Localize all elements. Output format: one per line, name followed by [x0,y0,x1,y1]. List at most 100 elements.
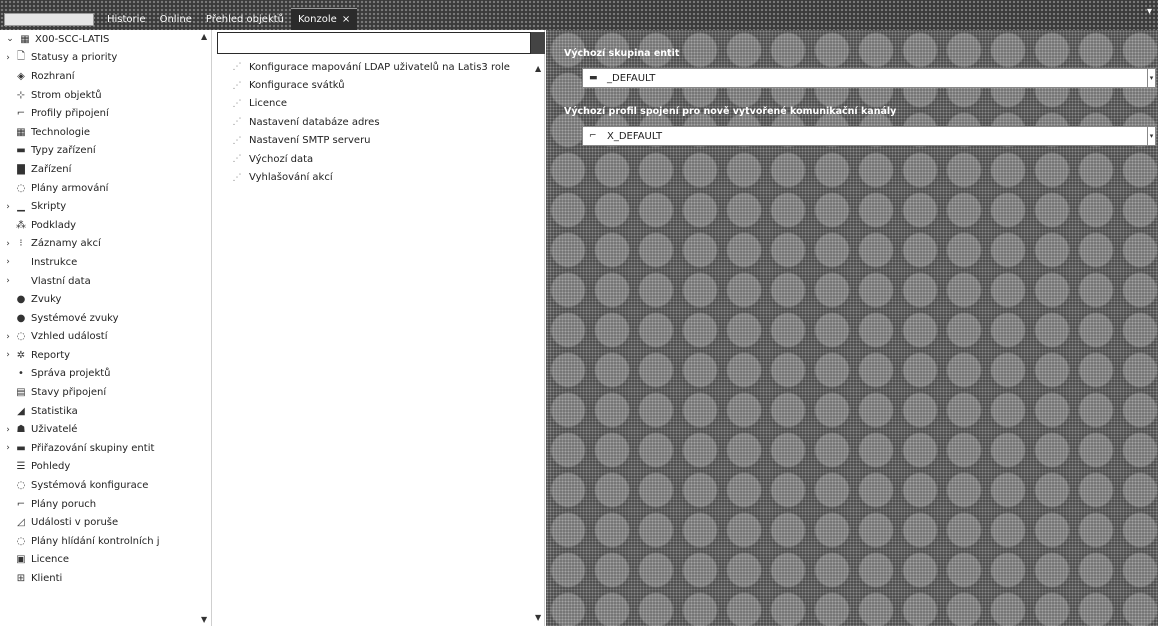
app-logo-tab[interactable] [0,8,100,30]
search-input[interactable] [217,32,531,54]
tree-item[interactable]: ⌐ Profily připojení [0,104,211,123]
list-item[interactable]: ⋰ Nastavení SMTP serveru [231,132,531,150]
chevron-right-icon[interactable]: › [2,332,14,342]
tree-item-icon: ● [16,312,26,324]
scroll-up-icon[interactable]: ▲ [535,64,541,73]
scroll-down-icon[interactable]: ▼ [535,613,541,622]
tree-item-icon: ⌐ [16,108,26,120]
chevron-right-icon[interactable]: › [2,350,14,360]
tree-item-icon: ◈ [17,70,25,82]
tree-item[interactable]: › ◌ Vzhled událostí [0,328,211,347]
tree-item[interactable]: › 🗋 Statusy a priority [0,49,211,68]
tree-item-icon: ◢ [17,405,25,417]
tree-item-label: Rozhraní [31,70,75,82]
close-icon[interactable]: × [342,14,350,25]
chevron-down-icon[interactable]: ▾ [1147,6,1152,17]
tree-item[interactable]: ◿ Události v poruše [0,513,211,532]
tree-item-icon: ⊞ [16,573,26,585]
chevron-right-icon[interactable]: › [2,443,14,453]
list-item[interactable]: ⋰ Výchozí data [231,150,531,168]
tree-item[interactable]: ◌ Systémová konfigurace [0,476,211,495]
list-item[interactable]: ⋰ Konfigurace mapování LDAP uživatelů na … [231,58,531,76]
chevron-down-icon[interactable]: ▾ [1147,127,1155,145]
chevron-right-icon[interactable]: › [2,425,14,435]
tab-online[interactable]: Online [153,8,199,30]
scroll-down-icon[interactable]: ▼ [201,615,207,624]
list-item-label: Konfigurace svátků [249,80,345,92]
connection-profile-value: X_DEFAULT [607,130,663,142]
tree-item[interactable]: ☰ Pohledy [0,458,211,477]
tree-item-icon: ● [16,294,26,306]
tree-item[interactable]: ▬ Typy zařízení [0,142,211,161]
tree-item[interactable]: ⌐ Plány poruch [0,495,211,514]
tab-konzole[interactable]: Konzole × [291,8,358,30]
tab-historie[interactable]: Historie [100,8,153,30]
list-item[interactable]: ⋰ Konfigurace svátků [231,76,531,94]
server-icon: ▦ [20,33,30,45]
tree-item-icon: 🗋 [16,51,26,63]
list-item-label: Výchozí data [249,153,314,165]
tree-item[interactable]: › Instrukce [0,253,211,272]
tree-item-label: Správa projektů [31,368,111,380]
search-button[interactable] [531,32,545,54]
list-item[interactable]: ⋰ Vyhlašování akcí [231,168,531,186]
chevron-right-icon[interactable]: › [2,257,14,267]
tree-scrollbar[interactable]: ▲ ▼ [201,32,209,624]
tree-item[interactable]: • Správa projektů [0,365,211,384]
tree-item[interactable]: ● Systémové zvuky [0,309,211,328]
chevron-right-icon[interactable]: › [2,53,14,63]
entity-group-value: _DEFAULT [607,72,656,84]
tree-root[interactable]: ⌄ ▦ X00-SCC-LATIS [0,30,211,49]
chevron-right-icon[interactable]: › [2,202,14,212]
tree-item-icon: ▬ [16,145,26,157]
tree-item[interactable]: ⊹ Strom objektů [0,86,211,105]
tree-item[interactable]: ● Zvuky [0,290,211,309]
tree-item[interactable]: ▇ Zařízení [0,160,211,179]
tree-item-icon [14,275,28,287]
tree-item[interactable]: ⊞ Klienti [0,569,211,588]
tree-item-label: Statistika [31,405,78,417]
list-item[interactable]: ⋰ Nastavení databáze adres [231,113,531,131]
list-item-label: Nastavení databáze adres [249,116,380,128]
tree-item-label: Technologie [31,126,91,138]
tab-label: Online [159,13,192,25]
tree-item[interactable]: ◌ Plány hlídání kontrolních j [0,532,211,551]
chevron-right-icon[interactable]: › [2,239,14,249]
tab-prehled-objektu[interactable]: Přehled objektů [199,8,291,30]
list-item-label: Nastavení SMTP serveru [249,135,371,147]
profile-icon: ⌐ [589,131,597,141]
tree-item-label: Plány armování [31,182,109,194]
tree-item[interactable]: ⁂ Podklady [0,216,211,235]
settings-icon: ⋰ [232,172,242,183]
chevron-down-icon[interactable]: ⌄ [2,34,18,44]
tree-item[interactable]: ◢ Statistika [0,402,211,421]
chevron-down-icon[interactable]: ▾ [1147,69,1155,87]
tree-item-label: Vzhled událostí [31,331,108,343]
tree-item-icon: ▤ [16,387,26,399]
connection-profile-select[interactable]: ⌐ X_DEFAULT ▾ [582,126,1156,146]
tree-item-icon: ◌ [16,331,26,343]
tree-item[interactable]: ▤ Stavy připojení [0,383,211,402]
tree-item-label: Uživatelé [31,424,78,436]
list-item-label: Vyhlašování akcí [249,172,333,184]
tree-item-label: Zvuky [31,294,62,306]
tree-item[interactable]: › ▬ Přiřazování skupiny entit [0,439,211,458]
tree-item[interactable]: ▣ Licence [0,551,211,570]
chevron-right-icon[interactable]: › [2,276,14,286]
tree-item-label: Pohledy [31,461,71,473]
tree-item[interactable]: › Vlastní data [0,272,211,291]
tree-item[interactable]: › ⁝ Záznamy akcí [0,235,211,254]
settings-icon: ⋰ [232,154,242,165]
tree-item-label: Strom objektů [31,89,102,101]
entity-group-select[interactable]: ▬ _DEFAULT ▾ [582,68,1156,88]
tree-item-icon: ▁ [17,201,25,213]
tree-item[interactable]: › ☗ Uživatelé [0,420,211,439]
tree-item[interactable]: ◌ Plány armování [0,179,211,198]
scroll-up-icon[interactable]: ▲ [201,32,207,41]
list-item[interactable]: ⋰ Licence [231,95,531,113]
tree-item[interactable]: ▦ Technologie [0,123,211,142]
tree-item[interactable]: ◈ Rozhraní [0,67,211,86]
tree-item-label: Skripty [31,201,67,213]
tree-item[interactable]: › ▁ Skripty [0,197,211,216]
tree-item[interactable]: › ✲ Reporty [0,346,211,365]
